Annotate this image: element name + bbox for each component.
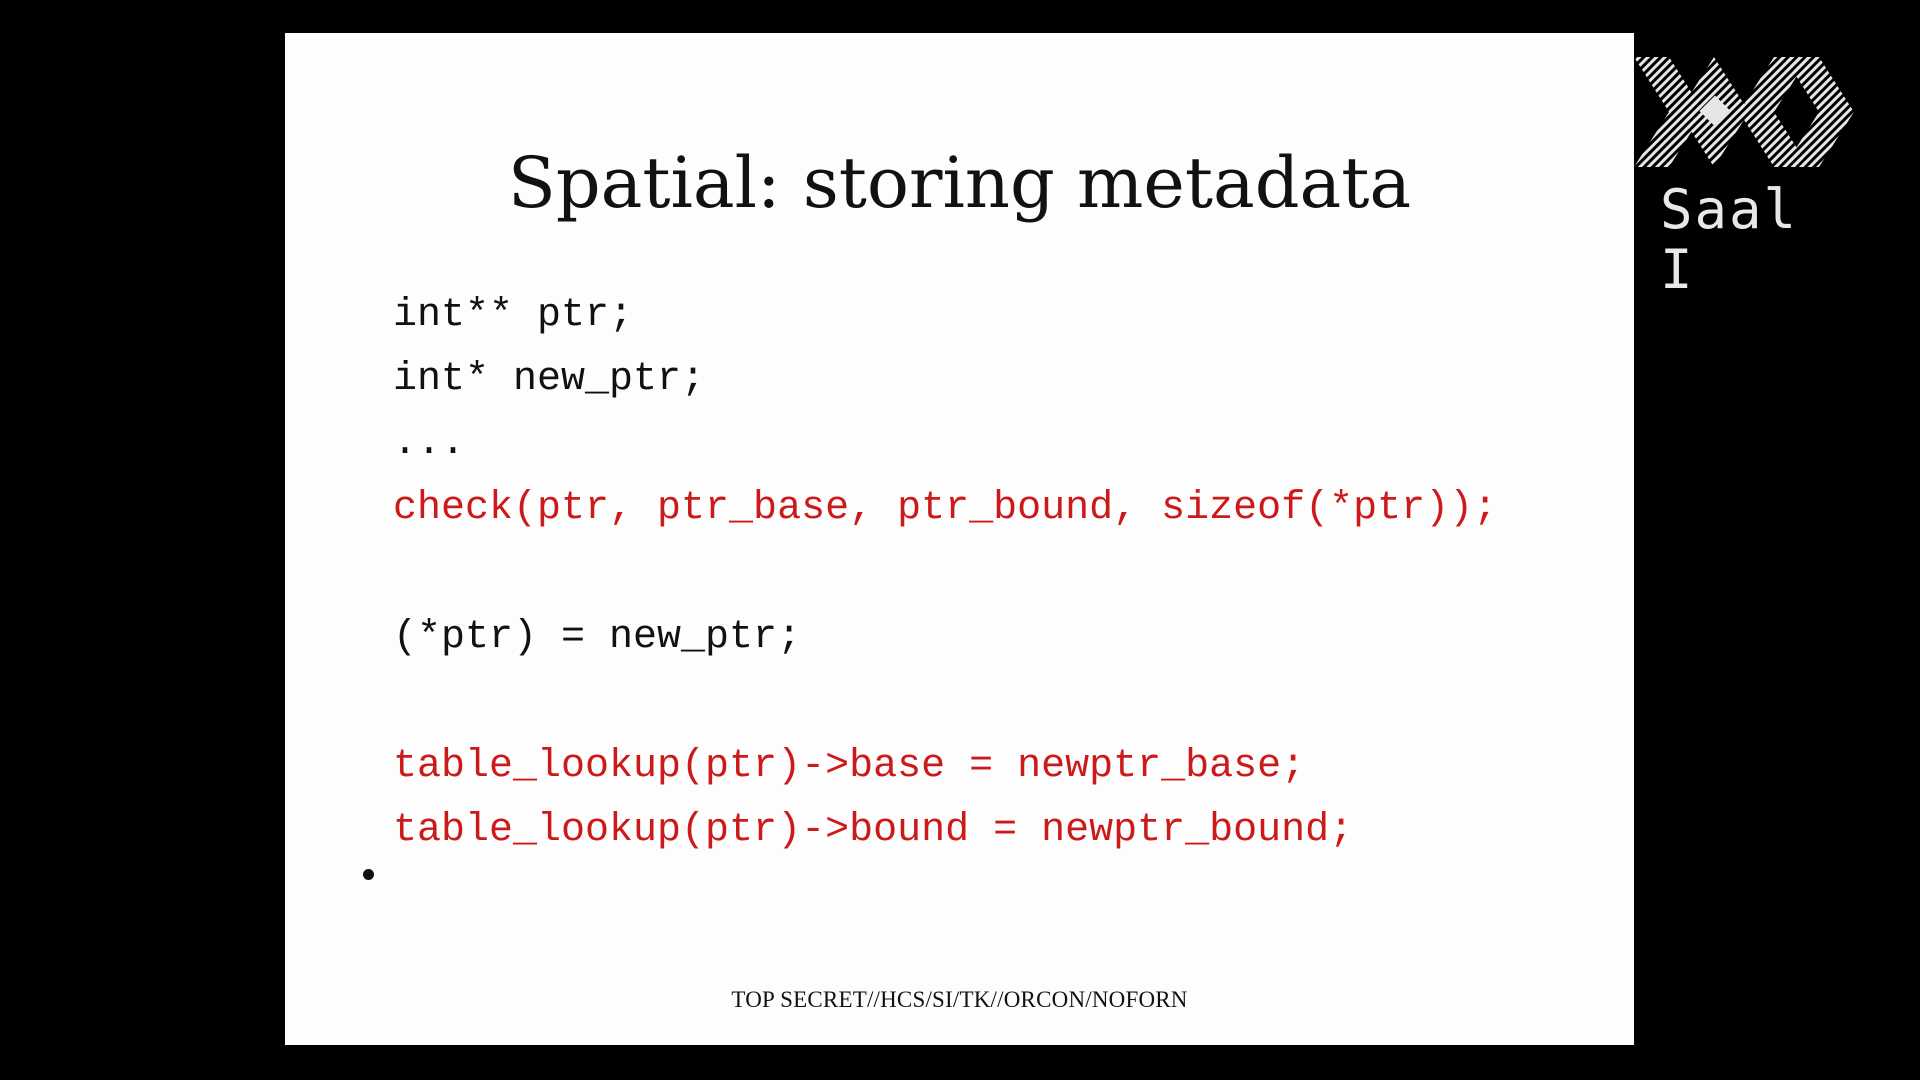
room-label: Saal I <box>1660 178 1799 301</box>
conference-logo-icon <box>1634 57 1854 167</box>
code-line-7: table_lookup(ptr)->bound = newptr_bound; <box>393 808 1354 853</box>
classification-footer: TOP SECRET//HCS/SI/TK//ORCON/NOFORN <box>731 987 1188 1012</box>
code-line-1: int** ptr; <box>393 293 634 338</box>
code-line-5: (*ptr) = new_ptr; <box>393 615 802 660</box>
slide-title: Spatial: storing metadata <box>507 142 1412 224</box>
video-frame: Spatial: storing metadata int** ptr; int… <box>0 0 1920 1080</box>
code-line-6: table_lookup(ptr)->base = newptr_base; <box>393 744 1306 789</box>
code-line-3: ... <box>393 421 466 466</box>
presentation-slide: Spatial: storing metadata int** ptr; int… <box>285 33 1634 1045</box>
empty-bullet-point <box>363 869 374 880</box>
code-line-2: int* new_ptr; <box>393 357 706 402</box>
code-line-4: check(ptr, ptr_base, ptr_bound, sizeof(*… <box>393 486 1498 531</box>
